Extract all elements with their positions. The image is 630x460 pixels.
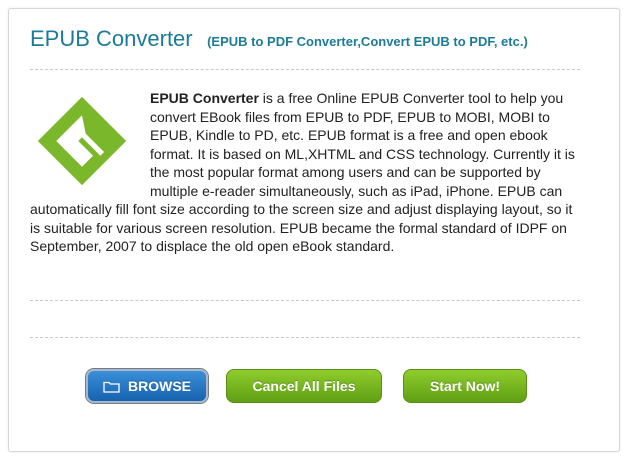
description: EPUB Converter is a free Online EPUB Con…: [30, 89, 580, 256]
browse-label: BROWSE: [128, 378, 191, 394]
cancel-all-files-button[interactable]: Cancel All Files: [226, 369, 382, 403]
page-title: EPUB Converter: [30, 26, 193, 51]
start-label: Start Now!: [430, 378, 500, 394]
start-now-button[interactable]: Start Now!: [403, 369, 527, 403]
divider: [30, 337, 580, 338]
description-lead: EPUB Converter: [150, 90, 259, 106]
divider: [30, 300, 580, 301]
cancel-label: Cancel All Files: [252, 378, 356, 394]
epub-logo-icon: [37, 96, 127, 186]
folder-icon: [103, 381, 120, 393]
page-subtitle: (EPUB to PDF Converter,Convert EPUB to P…: [207, 34, 528, 49]
header: EPUB Converter (EPUB to PDF Converter,Co…: [30, 26, 528, 52]
browse-button[interactable]: BROWSE: [86, 369, 208, 403]
divider: [30, 69, 580, 70]
